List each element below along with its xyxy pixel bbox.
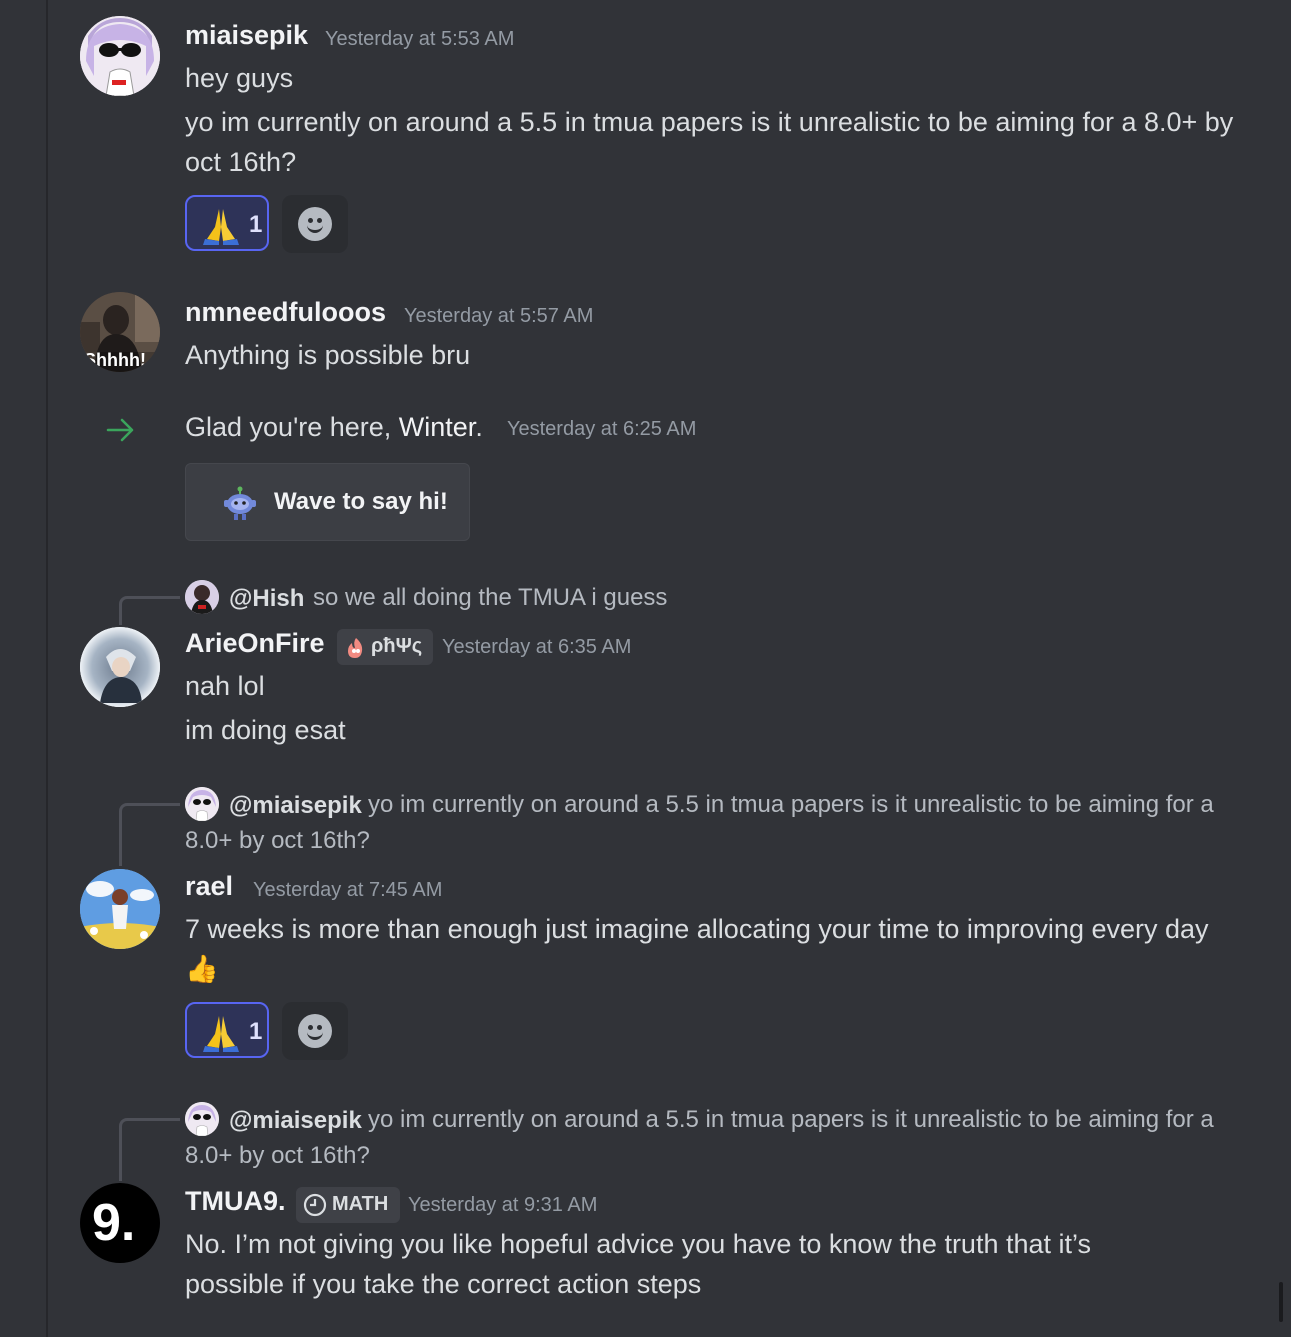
message-text: hey guys	[185, 63, 294, 93]
reaction-pray[interactable]: 1	[185, 195, 269, 251]
reaction-count: 1	[249, 1018, 263, 1045]
username[interactable]: miaisepik	[185, 20, 308, 51]
avatar-miaisepik[interactable]	[80, 16, 160, 96]
timestamp: Yesterday at 5:57 AM	[404, 305, 594, 327]
wave-to-say-hi-button[interactable]: Wave to say hi!	[185, 463, 470, 541]
pray-emoji-icon	[201, 205, 241, 250]
join-text: Glad you're here,	[185, 412, 399, 442]
username[interactable]: TMUA9.	[185, 1186, 286, 1217]
add-reaction-button[interactable]	[282, 195, 348, 253]
arrow-right-icon	[106, 416, 136, 449]
avatar-tmua9[interactable]: 9.	[80, 1183, 160, 1263]
avatar-rael[interactable]	[80, 869, 160, 949]
pray-emoji-icon	[201, 1012, 241, 1057]
reaction-pray[interactable]: 1	[185, 1002, 269, 1058]
scrollbar-thumb[interactable]	[1279, 1282, 1283, 1322]
wumpus-wave-icon	[220, 486, 260, 527]
reply-connector	[119, 1118, 180, 1181]
timestamp: Yesterday at 6:35 AM	[442, 636, 632, 658]
message-text: 7 weeks is more than enough just imagine…	[185, 914, 1209, 984]
wave-button-label: Wave to say hi!	[274, 488, 448, 515]
smiley-face-icon	[298, 207, 332, 241]
avatar-nmneedfulooos[interactable]: Shhhh!	[80, 292, 160, 372]
message-text: nah lol	[185, 671, 265, 701]
fire-icon	[343, 636, 369, 665]
avatar-arieonfire[interactable]	[80, 627, 160, 707]
joined-username[interactable]: Winter	[399, 412, 476, 442]
reply-preview[interactable]: so we all doing the TMUA i guess	[313, 580, 667, 616]
username[interactable]: rael	[185, 871, 233, 902]
message-text: No. I’m not giving you like hopeful advi…	[185, 1229, 1092, 1299]
user-tag[interactable]: MATH	[296, 1187, 400, 1223]
reply-preview[interactable]: yo im currently on around a 5.5 in tmua …	[185, 787, 1265, 859]
reply-avatar[interactable]	[185, 580, 219, 614]
message-text: yo im currently on around a 5.5 in tmua …	[185, 107, 1234, 177]
user-tag-label: MATH	[332, 1193, 389, 1215]
timestamp: Yesterday at 7:45 AM	[253, 879, 443, 901]
user-tag-label: ρħΨς	[371, 635, 423, 657]
smiley-face-icon	[298, 1014, 332, 1048]
avatar-text: 9.	[92, 1194, 136, 1252]
reply-connector	[119, 803, 180, 866]
message-text: Anything is possible bru	[185, 340, 471, 370]
timestamp: Yesterday at 6:25 AM	[507, 418, 697, 440]
system-join-message: Glad you're here, Winter.	[185, 412, 483, 442]
reply-preview[interactable]: yo im currently on around a 5.5 in tmua …	[185, 1102, 1265, 1174]
message-text: im doing esat	[185, 715, 346, 745]
username[interactable]: nmneedfulooos	[185, 297, 386, 328]
reply-username[interactable]: @Hish	[229, 585, 304, 613]
add-reaction-button[interactable]	[282, 1002, 348, 1060]
timestamp: Yesterday at 9:31 AM	[408, 1194, 598, 1216]
user-tag[interactable]: ρħΨς	[337, 629, 433, 665]
reaction-count: 1	[249, 211, 263, 238]
reply-connector	[119, 596, 180, 625]
timestamp: Yesterday at 5:53 AM	[325, 28, 515, 50]
username[interactable]: ArieOnFire	[185, 628, 325, 659]
avatar-caption: Shhhh!	[84, 350, 146, 370]
clock-icon	[303, 1193, 327, 1222]
chat-left-border	[46, 0, 48, 1337]
